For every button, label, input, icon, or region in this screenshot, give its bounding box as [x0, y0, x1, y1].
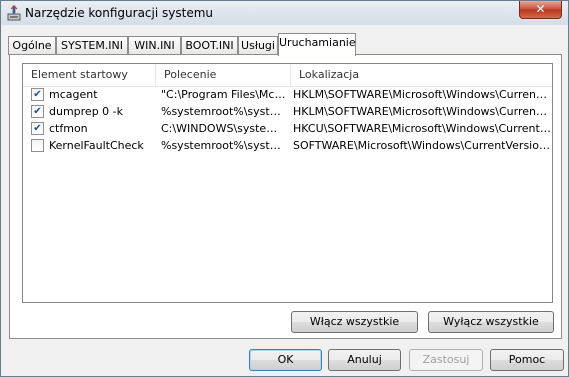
row-name: ctfmon [49, 122, 88, 135]
startup-list[interactable]: Element startowy Polecenie Lokalizacja ✔… [22, 63, 553, 303]
msconfig-window: Narzędzie konfiguracji systemu ✕ Ogólne … [0, 0, 569, 377]
check-icon: ✔ [33, 123, 42, 134]
cancel-button[interactable]: Anuluj [328, 349, 401, 371]
enable-all-button[interactable]: Włącz wszystkie [291, 311, 418, 333]
list-row[interactable]: ✔ mcagent "C:\Program Files\McA... HKLM\… [23, 86, 552, 103]
row-command: "C:\Program Files\McA... [161, 88, 286, 101]
tab-general[interactable]: Ogólne [8, 36, 56, 55]
tab-startup[interactable]: Uruchamianie [278, 33, 356, 56]
row-location: SOFTWARE\Microsoft\Windows\CurrentVersio… [293, 139, 551, 152]
column-header-location[interactable]: Lokalizacja [291, 64, 552, 86]
list-row[interactable]: ✔ ctfmon C:\WINDOWS\system... HKCU\SOFTW… [23, 120, 552, 137]
msconfig-icon [7, 5, 21, 21]
column-header-startup-item[interactable]: Element startowy [23, 64, 156, 86]
check-icon: ✔ [33, 89, 42, 100]
help-button[interactable]: Pomoc [490, 349, 564, 371]
window-title: Narzędzie konfiguracji systemu [25, 6, 213, 20]
column-header-command[interactable]: Polecenie [156, 64, 291, 86]
row-location: HKLM\SOFTWARE\Microsoft\Windows\CurrentV… [293, 88, 551, 101]
close-icon: ✕ [535, 2, 546, 16]
checkbox-dumprep[interactable]: ✔ [31, 105, 44, 118]
list-header: Element startowy Polecenie Lokalizacja [23, 64, 552, 87]
row-name: dumprep 0 -k [49, 105, 124, 118]
checkbox-ctfmon[interactable]: ✔ [31, 122, 44, 135]
row-name: mcagent [49, 88, 98, 101]
apply-button[interactable]: Zastosuj [409, 349, 483, 371]
tab-system-ini[interactable]: SYSTEM.INI [56, 36, 128, 55]
list-row[interactable]: ✔ dumprep 0 -k %systemroot%\syste... HKL… [23, 103, 552, 120]
list-row[interactable]: KernelFaultCheck %systemroot%\syste... S… [23, 137, 552, 154]
row-command: C:\WINDOWS\system... [161, 122, 286, 135]
disable-all-button[interactable]: Wyłącz wszystkie [428, 311, 554, 333]
checkbox-kernelfaultcheck[interactable] [31, 139, 44, 152]
title-bar[interactable]: Narzędzie konfiguracji systemu ✕ [1, 1, 568, 25]
row-location: HKCU\SOFTWARE\Microsoft\Windows\CurrentV… [293, 122, 551, 135]
ok-button[interactable]: OK [249, 349, 322, 371]
tab-services[interactable]: Usługi [238, 36, 278, 55]
row-location: HKLM\SOFTWARE\Microsoft\Windows\CurrentV… [293, 105, 551, 118]
checkbox-mcagent[interactable]: ✔ [31, 88, 44, 101]
row-command: %systemroot%\syste... [161, 105, 286, 118]
check-icon: ✔ [33, 106, 42, 117]
close-button[interactable]: ✕ [519, 1, 562, 19]
tab-win-ini[interactable]: WIN.INI [128, 36, 181, 55]
row-name: KernelFaultCheck [49, 139, 144, 152]
tab-boot-ini[interactable]: BOOT.INI [181, 36, 238, 55]
startup-panel: Element startowy Polecenie Lokalizacja ✔… [9, 54, 562, 339]
row-command: %systemroot%\syste... [161, 139, 286, 152]
